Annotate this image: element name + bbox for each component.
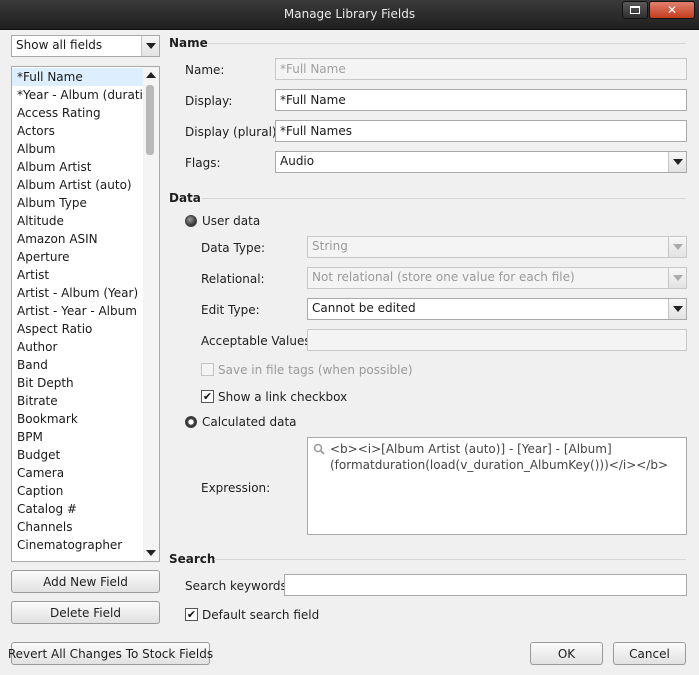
search-icon [313,443,325,455]
relational-label: Relational: [201,272,265,286]
expression-label: Expression: [201,481,271,495]
scroll-down-icon[interactable] [146,550,156,556]
field-list-item[interactable]: Altitude [12,212,143,230]
data-type-value: String [312,239,348,253]
checkmark-icon: ✔ [186,608,197,621]
user-data-label: User data [202,214,261,228]
field-list-item[interactable]: Aspect Ratio [12,320,143,338]
name-label: Name: [185,63,225,77]
field-list-item[interactable]: *Year - Album (durati... [12,86,143,104]
flags-label: Flags: [185,156,221,170]
field-list-item[interactable]: Bitrate [12,392,143,410]
field-list-item[interactable]: Amazon ASIN [12,230,143,248]
field-list-item[interactable]: Album Type [12,194,143,212]
data-type-dropdown: String [307,236,687,258]
edit-type-label: Edit Type: [201,303,260,317]
relational-dropdown: Not relational (store one value for each… [307,267,687,289]
field-list-item[interactable]: Bookmark [12,410,143,428]
name-section-header: Name [169,36,208,50]
field-list-item[interactable]: Bit Depth [12,374,143,392]
field-list-item[interactable]: Channels [12,518,143,536]
name-input: *Full Name [275,58,687,80]
flags-value: Audio [280,154,315,168]
field-filter-value: Show all fields [16,38,103,52]
field-list-item[interactable]: Band [12,356,143,374]
field-list-item[interactable]: Aperture [12,248,143,266]
field-list-item[interactable]: Artist - Year - Album [12,302,143,320]
edit-type-value: Cannot be edited [312,301,416,315]
chevron-down-icon [668,268,686,288]
relational-value: Not relational (store one value for each… [312,270,575,284]
acceptable-values-input [307,329,687,351]
restore-button[interactable] [622,1,648,19]
field-list-item[interactable]: Artist [12,266,143,284]
close-button[interactable]: ✕ [649,1,695,19]
expression-textarea[interactable]: <b><i>[Album Artist (auto)] - [Year] - [… [307,437,687,535]
field-list-item[interactable]: Album Artist (auto) [12,176,143,194]
search-section-divider [214,559,686,560]
restore-icon [630,6,640,14]
delete-field-button[interactable]: Delete Field [11,601,160,624]
field-list-item[interactable]: Caption [12,482,143,500]
field-list-scrollbar[interactable] [143,67,159,561]
display-label: Display: [185,94,233,108]
manage-library-fields-window: Manage Library Fields ✕ Show all fields … [0,0,699,675]
field-list-item[interactable]: Album Artist [12,158,143,176]
edit-type-dropdown[interactable]: Cannot be edited [307,298,687,320]
scroll-up-icon[interactable] [146,72,156,78]
revert-all-button[interactable]: Revert All Changes To Stock Fields [8,642,213,665]
display-plural-label: Display (plural): [185,125,281,139]
search-keywords-label: Search keywords: [185,579,291,593]
close-icon: ✕ [666,3,678,17]
add-new-field-button[interactable]: Add New Field [11,570,160,593]
ok-button[interactable]: OK [530,642,603,665]
show-link-label: Show a link checkbox [218,390,348,404]
title-bar: Manage Library Fields ✕ [0,0,699,30]
scroll-thumb[interactable] [146,85,154,155]
chevron-down-icon [668,152,686,172]
default-search-checkbox[interactable]: ✔ [185,608,198,621]
data-section-header: Data [169,191,201,205]
cancel-button[interactable]: Cancel [613,642,686,665]
display-input[interactable]: *Full Name [275,89,687,111]
expression-line-2: (formatduration(load(v_duration_AlbumKey… [330,458,669,472]
window-title: Manage Library Fields [283,7,416,21]
search-section-header: Search [169,552,216,566]
field-list-item[interactable]: Actors [12,122,143,140]
field-list-item[interactable]: Budget [12,446,143,464]
field-filter-dropdown[interactable]: Show all fields [11,35,160,57]
field-list-item[interactable]: BPM [12,428,143,446]
calculated-data-radio[interactable] [185,416,197,428]
data-type-label: Data Type: [201,241,266,255]
chevron-down-icon [668,299,686,319]
show-link-checkbox[interactable]: ✔ [201,390,214,403]
field-list-item[interactable]: Catalog # [12,500,143,518]
data-section-divider [202,198,686,199]
field-list[interactable]: *Full Name *Year - Album (durati... Access… [11,66,160,562]
field-list-item[interactable]: *Full Name [12,68,143,86]
field-list-item[interactable]: Album [12,140,143,158]
field-list-item[interactable]: Camera [12,464,143,482]
calculated-data-label: Calculated data [202,415,297,429]
save-in-tags-label: Save in file tags (when possible) [218,363,413,377]
chevron-down-icon [668,237,686,257]
default-search-label: Default search field [202,608,320,622]
chevron-down-icon [141,36,159,56]
name-section-divider [208,43,686,44]
field-list-item[interactable]: Author [12,338,143,356]
field-list-item[interactable]: Cinematographer [12,536,143,554]
field-list-item[interactable]: Artist - Album (Year) [12,284,143,302]
checkmark-icon: ✔ [202,390,213,403]
save-in-tags-checkbox [201,363,214,376]
flags-dropdown[interactable]: Audio [275,151,687,173]
field-list-item[interactable]: Access Rating [12,104,143,122]
acceptable-values-label: Acceptable Values: [201,334,315,348]
display-plural-input[interactable]: *Full Names [275,120,687,142]
user-data-radio[interactable] [185,215,197,227]
expression-line-1: <b><i>[Album Artist (auto)] - [Year] - [… [330,442,612,456]
search-keywords-input[interactable] [284,574,687,596]
